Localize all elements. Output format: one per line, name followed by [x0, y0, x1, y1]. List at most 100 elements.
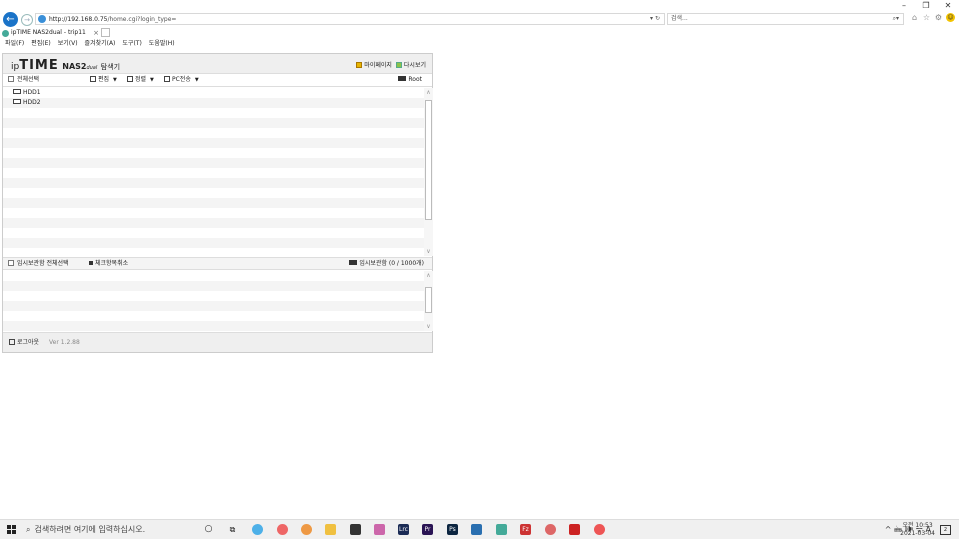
taskbar-search-input[interactable]: ⌕ 검색하려면 여기에 입력하십시오. [26, 520, 198, 540]
folder-icon [398, 76, 407, 81]
gear-icon[interactable]: ⚙ [934, 13, 943, 22]
list-row-empty [3, 168, 424, 178]
calculator-icon[interactable] [471, 524, 482, 535]
photoshop-icon[interactable]: Ps [447, 524, 458, 535]
restore-button[interactable]: ❐ [915, 0, 937, 12]
menu-edit[interactable]: 편집(E) [31, 39, 51, 49]
temp-storage-link[interactable]: 임시보관함 (0 / 1000개) [349, 258, 424, 270]
bullet-icon [89, 261, 93, 265]
checkbox-icon [8, 76, 14, 82]
file-explorer-icon[interactable] [325, 524, 336, 535]
menu-file[interactable]: 파일(F) [5, 39, 24, 49]
taskbar: ⌕ 검색하려면 여기에 입력하십시오. ○ ⧉ Lrc Pr Ps Fz ^ 🖮 … [0, 519, 959, 539]
windows-start-icon[interactable] [7, 525, 16, 534]
app-icon[interactable] [350, 524, 361, 535]
scroll-up-icon[interactable]: ∧ [424, 88, 433, 97]
list-row-empty [3, 218, 424, 228]
lightroom-icon[interactable]: Lrc [398, 524, 409, 535]
favorites-star-icon[interactable]: ☆ [922, 13, 931, 22]
tab-favicon-icon [2, 29, 9, 37]
temp-list-scrollbar[interactable]: ∧ ∨ [424, 271, 433, 331]
list-row-empty [3, 301, 424, 311]
home-icon[interactable]: ⌂ [910, 13, 919, 22]
search-icon: ⌕ [26, 525, 31, 534]
app-icon[interactable] [496, 524, 507, 535]
drive-icon [13, 89, 21, 94]
scroll-down-icon[interactable]: ∨ [424, 247, 433, 256]
scroll-up-icon[interactable]: ∧ [424, 271, 433, 280]
temp-select-all-checkbox[interactable]: 임시보관함 전체선택 [8, 258, 69, 270]
new-tab-button[interactable] [101, 28, 110, 37]
sort-icon [127, 76, 133, 82]
app-icon[interactable] [545, 524, 556, 535]
sort-menu-button[interactable]: 정렬 ▼ [127, 74, 154, 86]
tab-active[interactable]: ipTIME NAS2dual - trip11 × [2, 28, 99, 38]
chrome-icon[interactable] [301, 524, 312, 535]
ie-browser-icon[interactable] [252, 524, 263, 535]
premiere-icon[interactable]: Pr [422, 524, 433, 535]
tab-strip: ipTIME NAS2dual - trip11 × [0, 27, 959, 38]
scroll-thumb[interactable] [425, 287, 432, 313]
clock-date: 2021-03-04 [900, 530, 935, 537]
notification-center-icon[interactable]: 2 [940, 525, 951, 535]
list-row-empty [3, 198, 424, 208]
list-row-empty [3, 291, 424, 301]
temp-storage-list [3, 271, 424, 331]
dropdown-arrow-icon: ▼ [194, 77, 199, 83]
list-row-empty [3, 158, 424, 168]
refresh-icon[interactable]: ▾ ↻ [650, 14, 660, 24]
feedback-smiley-icon[interactable]: ☺ [946, 13, 955, 22]
select-all-checkbox[interactable]: 전체선택 [8, 74, 39, 86]
clock[interactable]: 오전 10:53 2021-03-04 [900, 522, 935, 538]
forward-button[interactable]: → [21, 14, 33, 26]
panel-header: ipTIME NAS2dual 탐색기 마이페이지 다시보기 [3, 54, 432, 74]
root-folder-link[interactable]: Root [398, 74, 422, 86]
back-arrow-icon: ← [6, 14, 15, 25]
browser-navbar: ← → http://192.168.0.75/home.cgi?login_t… [0, 12, 959, 27]
search-input[interactable]: 검색... ⌕▾ [667, 13, 904, 25]
minimize-button[interactable]: – [893, 0, 915, 12]
search-icon[interactable]: ⌕▾ [893, 14, 899, 24]
list-item[interactable]: HDD2 [3, 98, 424, 108]
menu-favorites[interactable]: 즐겨찾기(A) [85, 39, 116, 49]
pc-transfer-button[interactable]: PC전송 ▼ [164, 74, 199, 86]
cancel-checked-button[interactable]: 체크항목취소 [89, 258, 128, 270]
menu-tools[interactable]: 도구(T) [122, 39, 141, 49]
task-view-icon[interactable]: ⧉ [227, 524, 238, 535]
checkbox-icon [8, 260, 14, 266]
mypage-button[interactable]: 마이페이지 [356, 60, 392, 69]
cortana-icon[interactable]: ○ [203, 524, 214, 535]
filezilla-icon[interactable]: Fz [520, 524, 531, 535]
menu-help[interactable]: 도움말(H) [149, 39, 175, 49]
address-url[interactable]: http://192.168.0.75/home.cgi?login_type= [49, 16, 176, 23]
browser-tools: ⌂ ☆ ⚙ ☺ [910, 13, 955, 22]
clock-time: 오전 10:53 [902, 522, 933, 529]
back-button[interactable]: ← [3, 12, 18, 27]
file-list-scrollbar[interactable]: ∧ ∨ [424, 88, 433, 256]
scroll-down-icon[interactable]: ∨ [424, 322, 433, 331]
list-row-empty [3, 208, 424, 218]
scroll-thumb[interactable] [425, 100, 432, 220]
app-icon[interactable] [277, 524, 288, 535]
file-toolbar: 전체선택 편집 ▼ 정렬 ▼ PC전송 ▼ Root [3, 74, 432, 87]
folder-icon [349, 260, 358, 265]
dropdown-arrow-icon: ▼ [113, 77, 117, 83]
tab-close-icon[interactable]: × [93, 28, 99, 38]
logout-button[interactable]: 로그아웃 [9, 339, 39, 346]
list-row-empty [3, 228, 424, 238]
list-row-empty [3, 178, 424, 188]
app-icon[interactable] [374, 524, 385, 535]
edit-icon [90, 76, 96, 82]
refresh-view-icon [395, 62, 402, 68]
refresh-view-button[interactable]: 다시보기 [395, 60, 426, 69]
list-row-empty [3, 238, 424, 248]
app-icon[interactable] [569, 524, 580, 535]
menu-view[interactable]: 보기(V) [58, 39, 78, 49]
close-button[interactable]: ✕ [937, 0, 959, 12]
list-row-empty [3, 148, 424, 158]
edit-menu-button[interactable]: 편집 ▼ [90, 74, 117, 86]
address-bar[interactable]: http://192.168.0.75/home.cgi?login_type=… [35, 13, 665, 25]
list-item[interactable]: HDD1 [3, 88, 424, 98]
app-icon[interactable] [594, 524, 605, 535]
list-row-empty [3, 118, 424, 128]
